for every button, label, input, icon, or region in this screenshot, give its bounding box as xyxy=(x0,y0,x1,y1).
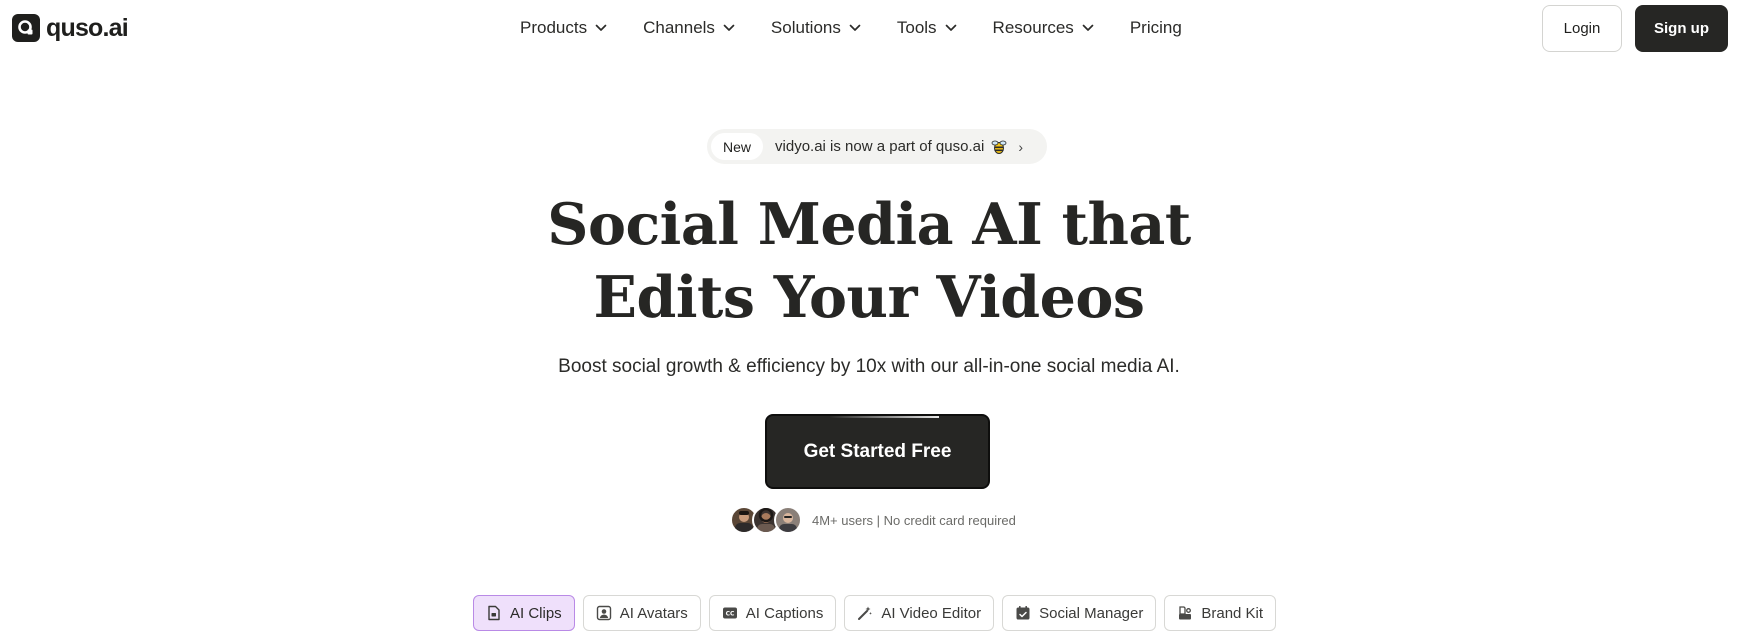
user-avatars xyxy=(730,506,802,534)
avatar xyxy=(774,506,802,534)
clip-file-icon xyxy=(486,605,502,621)
get-started-button[interactable]: Get Started Free xyxy=(765,414,990,489)
hero-title-line2: Edits Your Videos xyxy=(593,264,1145,331)
calendar-check-icon xyxy=(1015,605,1031,621)
tab-label: AI Captions xyxy=(745,604,824,622)
tab-label: Social Manager xyxy=(1039,604,1144,622)
nav-pricing[interactable]: Pricing xyxy=(1130,16,1182,40)
magic-wand-icon xyxy=(857,605,873,621)
tab-ai-avatars[interactable]: AI Avatars xyxy=(582,595,701,631)
nav-label: Pricing xyxy=(1129,18,1182,37)
site-header: quso.ai Products Channels Solutions Tool… xyxy=(0,0,1738,58)
nav-tools[interactable]: Tools xyxy=(897,16,957,40)
svg-text:CC: CC xyxy=(725,611,734,618)
hero-title-line1: Social Media AI that xyxy=(547,191,1191,258)
chevron-down-icon xyxy=(723,24,735,32)
landing-page: quso.ai Products Channels Solutions Tool… xyxy=(0,0,1738,642)
announcement-text: vidyo.ai is now a part of quso.ai xyxy=(775,138,985,155)
chevron-down-icon xyxy=(945,24,957,32)
tab-label: AI Video Editor xyxy=(881,604,982,622)
logo[interactable]: quso.ai xyxy=(12,13,129,43)
chevron-down-icon xyxy=(849,24,861,32)
tab-label: AI Clips xyxy=(510,604,562,622)
main-nav: Products Channels Solutions Tools Resour… xyxy=(520,16,1182,40)
nav-resources[interactable]: Resources xyxy=(993,16,1094,40)
new-badge: New xyxy=(711,133,764,160)
sparkle-bee-icon xyxy=(990,138,1008,156)
brand-kit-icon xyxy=(1177,605,1193,621)
nav-label: Tools xyxy=(896,18,937,37)
nav-label: Solutions xyxy=(770,18,841,37)
social-proof-text: 4M+ users | No credit card required xyxy=(812,512,1016,528)
nav-solutions[interactable]: Solutions xyxy=(771,16,861,40)
tab-label: AI Avatars xyxy=(619,604,688,622)
quso-logo-icon xyxy=(12,14,40,42)
nav-label: Resources xyxy=(992,18,1074,37)
hero-title: Social Media AI that Edits Your Videos xyxy=(0,188,1738,334)
chevron-right-icon: › xyxy=(1018,138,1023,155)
hero-subtitle: Boost social growth & efficiency by 10x … xyxy=(558,356,1180,377)
login-button[interactable]: Login xyxy=(1542,5,1622,52)
nav-products[interactable]: Products xyxy=(520,16,607,40)
tab-ai-clips[interactable]: AI Clips xyxy=(473,595,575,631)
tab-label: Brand Kit xyxy=(1201,604,1264,622)
logo-text: quso.ai xyxy=(46,13,129,42)
social-proof: 4M+ users | No credit card required xyxy=(730,505,1016,535)
nav-label: Channels xyxy=(643,18,715,37)
tab-brand-kit[interactable]: Brand Kit xyxy=(1164,595,1277,631)
signup-button[interactable]: Sign up xyxy=(1635,5,1728,52)
tab-ai-captions[interactable]: CC AI Captions xyxy=(708,595,837,631)
feature-tabs: AI Clips AI Avatars CC AI Captions AI Vi… xyxy=(473,595,1284,631)
chevron-down-icon xyxy=(595,24,607,32)
nav-channels[interactable]: Channels xyxy=(643,16,735,40)
announcement-pill[interactable]: New vidyo.ai is now a part of quso.ai › xyxy=(707,129,1047,164)
tab-social-manager[interactable]: Social Manager xyxy=(1002,595,1157,631)
chevron-down-icon xyxy=(1082,24,1094,32)
tab-ai-video-editor[interactable]: AI Video Editor xyxy=(844,595,995,631)
avatar-icon xyxy=(596,605,612,621)
cc-icon: CC xyxy=(722,605,738,621)
nav-label: Products xyxy=(520,18,588,37)
